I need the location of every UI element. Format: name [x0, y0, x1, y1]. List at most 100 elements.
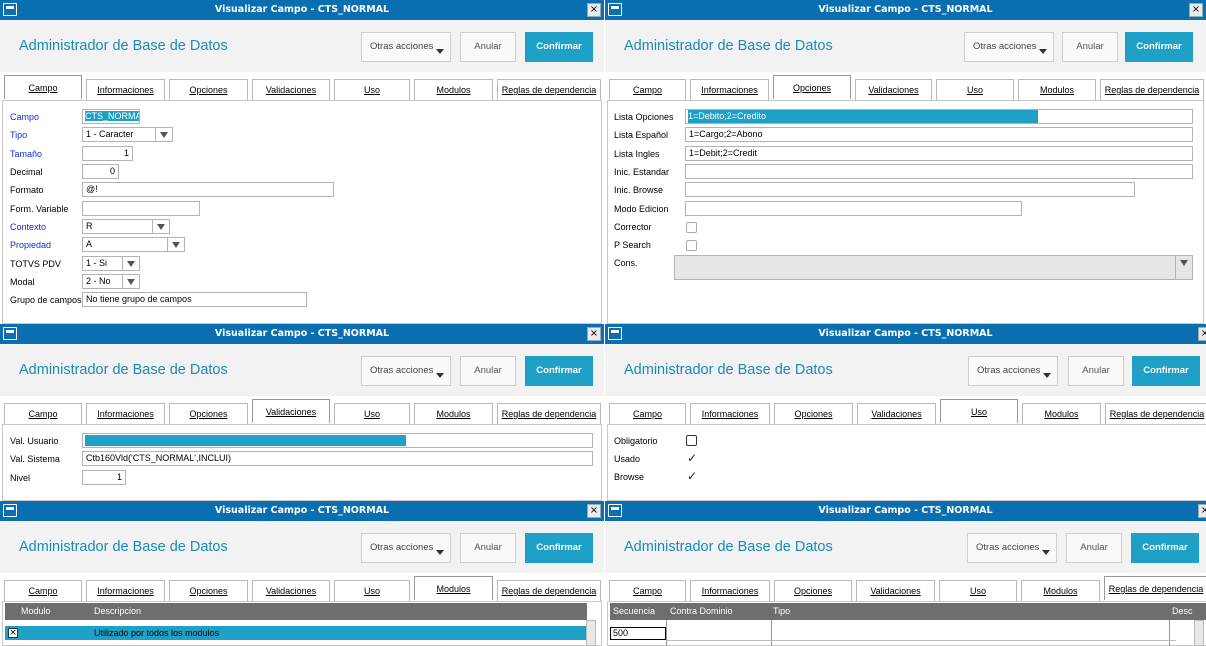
close-icon[interactable]: ×: [1189, 3, 1203, 17]
tab-opciones[interactable]: Opciones: [169, 79, 248, 100]
tab-validaciones[interactable]: Validaciones: [252, 399, 330, 423]
tab-informaciones[interactable]: Informaciones: [690, 580, 770, 601]
tab-reglas-dependencia[interactable]: Reglas de dependencia: [497, 580, 601, 601]
tab-campo[interactable]: Campo: [609, 580, 686, 601]
tab-modulos[interactable]: Modulos: [1021, 580, 1100, 601]
tab-uso[interactable]: Uso: [939, 580, 1017, 601]
scrollbar[interactable]: [586, 620, 596, 646]
modal-select[interactable]: 2 - No: [82, 274, 140, 289]
otras-acciones-button[interactable]: Otras acciones: [964, 32, 1054, 62]
modo-edicion-field[interactable]: [685, 201, 1022, 216]
lista-opciones-field[interactable]: 1=Debito;2=Credito: [685, 109, 1193, 124]
tab-informaciones[interactable]: Informaciones: [690, 79, 769, 100]
close-icon[interactable]: ×: [1198, 327, 1206, 341]
tab-opciones[interactable]: Opciones: [169, 403, 248, 424]
tab-validaciones[interactable]: Validaciones: [252, 580, 330, 601]
totvs-pdv-select[interactable]: 1 - Si: [82, 256, 140, 271]
browse-checkbox[interactable]: ✓: [687, 470, 697, 482]
tab-informaciones[interactable]: Informaciones: [86, 79, 165, 100]
otras-acciones-button[interactable]: Otras acciones: [361, 533, 451, 563]
confirmar-button[interactable]: Confirmar: [525, 356, 593, 386]
tab-modulos[interactable]: Modulos: [1018, 79, 1096, 100]
inic-browse-field[interactable]: [685, 182, 1135, 197]
close-icon[interactable]: ×: [587, 3, 601, 17]
tab-validaciones[interactable]: Validaciones: [252, 79, 330, 100]
scrollbar[interactable]: [1194, 620, 1204, 646]
tab-modulos[interactable]: Modulos: [414, 403, 493, 424]
tab-opciones[interactable]: Opciones: [774, 403, 853, 424]
col-secuencia[interactable]: Secuencia: [613, 603, 655, 619]
tab-opciones[interactable]: Opciones: [169, 580, 248, 601]
tab-reglas-dependencia[interactable]: Reglas de dependencia: [1104, 576, 1206, 600]
confirmar-button[interactable]: Confirmar: [1132, 356, 1200, 386]
tab-campo[interactable]: Campo: [4, 403, 82, 424]
tab-validaciones[interactable]: Validaciones: [857, 403, 936, 424]
formato-field[interactable]: @!: [82, 182, 334, 197]
tab-opciones[interactable]: Opciones: [773, 75, 851, 99]
tab-uso[interactable]: Uso: [940, 399, 1018, 423]
confirmar-button[interactable]: Confirmar: [525, 533, 593, 563]
anular-button[interactable]: Anular: [1066, 533, 1122, 563]
contexto-select[interactable]: R: [82, 219, 170, 234]
tamano-field[interactable]: 1: [82, 146, 133, 161]
form-variable-field[interactable]: [82, 201, 200, 216]
otras-acciones-button[interactable]: Otras acciones: [361, 32, 451, 62]
tab-uso[interactable]: Uso: [334, 79, 410, 100]
otras-acciones-button[interactable]: Otras acciones: [968, 356, 1058, 386]
val-usuario-field[interactable]: [82, 433, 593, 448]
inic-estandar-field[interactable]: [685, 164, 1193, 179]
tab-uso[interactable]: Uso: [334, 403, 410, 424]
tab-campo[interactable]: Campo: [609, 79, 686, 100]
usado-checkbox[interactable]: ✓: [687, 452, 697, 464]
propiedad-select[interactable]: A: [82, 237, 185, 252]
col-modulo[interactable]: Modulo: [21, 603, 51, 619]
anular-button[interactable]: Anular: [460, 533, 516, 563]
grupo-campos-field[interactable]: No tiene grupo de campos: [82, 292, 307, 307]
row-checkbox[interactable]: ×: [8, 628, 18, 638]
campo-field[interactable]: CTS_NORMA: [82, 109, 140, 124]
tab-campo[interactable]: Campo: [609, 403, 686, 424]
cons-select[interactable]: [674, 255, 1193, 280]
col-contra-dominio[interactable]: Contra Dominio: [670, 603, 733, 619]
tab-uso[interactable]: Uso: [936, 79, 1014, 100]
otras-acciones-button[interactable]: Otras acciones: [967, 533, 1057, 563]
confirmar-button[interactable]: Confirmar: [1131, 533, 1199, 563]
secuencia-cell[interactable]: 500: [610, 627, 666, 640]
obligatorio-checkbox[interactable]: [686, 435, 697, 446]
tab-opciones[interactable]: Opciones: [774, 580, 852, 601]
tab-modulos[interactable]: Modulos: [414, 576, 493, 600]
lista-espanol-field[interactable]: 1=Cargo;2=Abono: [685, 127, 1193, 142]
col-desc[interactable]: Desc: [1172, 603, 1193, 619]
lista-ingles-field[interactable]: 1=Debit;2=Credit: [685, 146, 1193, 161]
val-sistema-field[interactable]: Ctb160Vld('CTS_NORMAL',INCLUI): [82, 451, 593, 466]
close-icon[interactable]: ×: [587, 327, 601, 341]
tab-validaciones[interactable]: Validaciones: [856, 580, 935, 601]
anular-button[interactable]: Anular: [1068, 356, 1124, 386]
anular-button[interactable]: Anular: [1062, 32, 1118, 62]
otras-acciones-button[interactable]: Otras acciones: [361, 356, 451, 386]
anular-button[interactable]: Anular: [460, 356, 516, 386]
p-search-checkbox[interactable]: [686, 240, 697, 251]
col-descripcion[interactable]: Descripcion: [94, 603, 141, 619]
nivel-field[interactable]: 1: [82, 470, 126, 485]
tab-campo[interactable]: Campo: [4, 580, 82, 601]
tab-reglas-dependencia[interactable]: Reglas de dependencia: [497, 403, 601, 424]
anular-button[interactable]: Anular: [460, 32, 516, 62]
tipo-select[interactable]: 1 - Caracter: [82, 127, 173, 142]
decimal-field[interactable]: 0: [82, 164, 119, 179]
corrector-checkbox[interactable]: [686, 222, 697, 233]
close-icon[interactable]: ×: [1198, 504, 1206, 518]
tab-modulos[interactable]: Modulos: [1022, 403, 1101, 424]
tab-modulos[interactable]: Modulos: [414, 79, 493, 100]
tab-campo[interactable]: Campo: [4, 75, 82, 99]
confirmar-button[interactable]: Confirmar: [525, 32, 593, 62]
table-row[interactable]: × Utilizado por todos los modulos: [5, 626, 587, 640]
tab-reglas-dependencia[interactable]: Reglas de dependencia: [1105, 403, 1206, 424]
tab-reglas-dependencia[interactable]: Reglas de dependencia: [497, 79, 601, 100]
close-icon[interactable]: ×: [587, 504, 601, 518]
tab-informaciones[interactable]: Informaciones: [690, 403, 770, 424]
col-tipo[interactable]: Tipo: [773, 603, 790, 619]
tab-informaciones[interactable]: Informaciones: [86, 403, 165, 424]
tab-uso[interactable]: Uso: [334, 580, 410, 601]
tab-validaciones[interactable]: Validaciones: [855, 79, 932, 100]
